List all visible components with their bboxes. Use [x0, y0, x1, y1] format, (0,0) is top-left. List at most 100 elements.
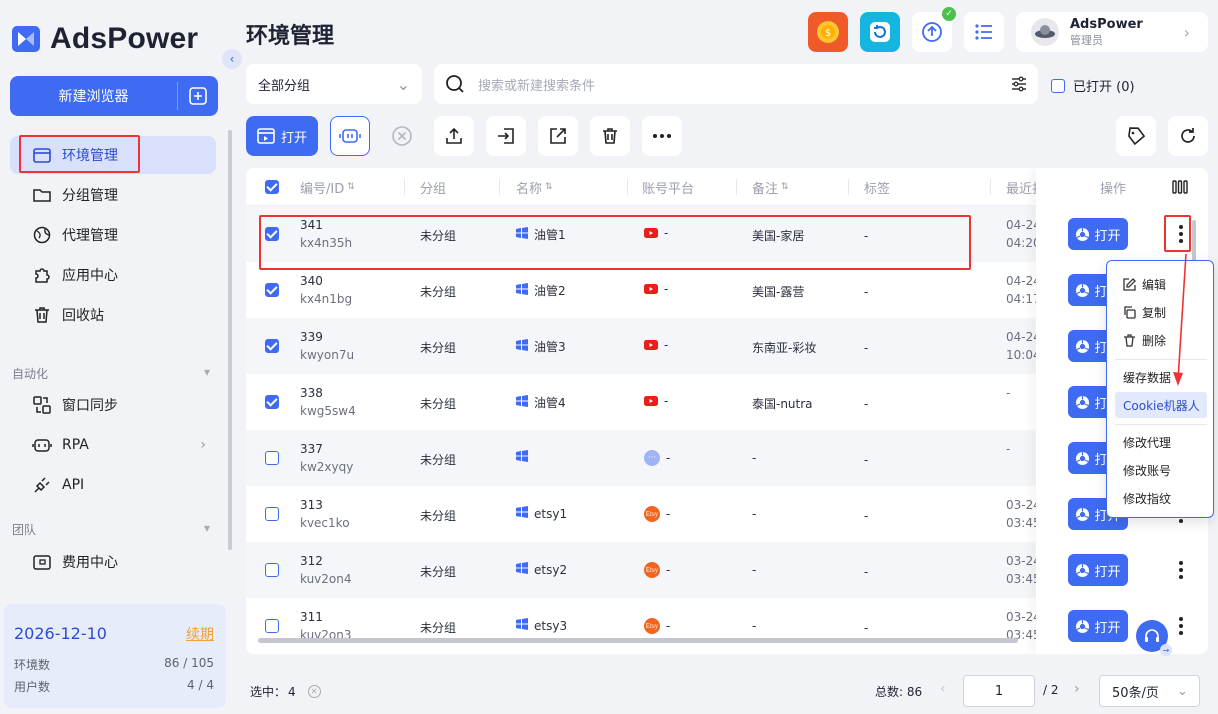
- row-checkbox[interactable]: [265, 395, 279, 409]
- menu-item-edit[interactable]: 编辑: [1115, 271, 1207, 297]
- sidebar-item-label: RPA: [62, 437, 89, 453]
- menu-item-cache-data[interactable]: 缓存数据: [1115, 364, 1207, 390]
- sidebar-scrollbar[interactable]: [228, 130, 232, 550]
- row-context-menu: 编辑 复制 删除 缓存数据 Cookie机器人 修改代理 修改账号 修改指纹: [1106, 260, 1214, 518]
- coin-promo-button[interactable]: $: [808, 12, 848, 52]
- profile-name: 油管3: [534, 340, 566, 354]
- batch-add-button[interactable]: [178, 76, 218, 116]
- share-icon: [550, 128, 566, 144]
- selected-label: 选中：: [250, 685, 287, 699]
- close-browsers-button[interactable]: [382, 116, 422, 156]
- header-id[interactable]: 编号/ID ⇅: [300, 168, 355, 206]
- menu-item-cookie-robot[interactable]: Cookie机器人: [1115, 392, 1207, 418]
- sidebar-item-app-center[interactable]: 应用中心: [10, 256, 216, 294]
- profile-name: etsy2: [534, 562, 568, 577]
- menu-item-delete[interactable]: 删除: [1115, 327, 1207, 353]
- sidebar-item-rpa[interactable]: RPA ›: [10, 426, 216, 464]
- support-chat-button[interactable]: →: [1136, 620, 1172, 656]
- close-circle-icon: [392, 126, 412, 146]
- sidebar-item-proxy-manage[interactable]: 代理管理: [10, 216, 216, 254]
- sidebar-item-window-sync[interactable]: 窗口同步: [10, 386, 216, 424]
- menu-item-edit-fingerprint[interactable]: 修改指纹: [1115, 485, 1207, 511]
- browser-logo-icon: [1076, 227, 1090, 241]
- user-menu[interactable]: AdsPower 管理员 ›: [1016, 12, 1208, 52]
- logo[interactable]: AdsPower: [12, 22, 198, 56]
- row-checkbox[interactable]: [265, 507, 279, 521]
- select-all-checkbox[interactable]: [265, 180, 279, 194]
- browser-window-icon: [257, 128, 275, 144]
- more-options-icon[interactable]: [1174, 614, 1188, 638]
- import-button[interactable]: [486, 116, 526, 156]
- upload-button[interactable]: [434, 116, 474, 156]
- table-h-scrollbar[interactable]: [258, 638, 1018, 643]
- table-row[interactable]: 338 kwg5sw4 未分组 油管4 - 泰国-nutra - -: [246, 374, 1036, 430]
- section-automation[interactable]: 自动化 ▾: [12, 365, 210, 382]
- prev-page-button[interactable]: ‹: [940, 681, 946, 697]
- next-page-button[interactable]: ›: [1074, 681, 1080, 697]
- upload-icon: [446, 127, 462, 144]
- menu-item-edit-account[interactable]: 修改账号: [1115, 457, 1207, 483]
- profile-tag: -: [864, 453, 869, 467]
- profile-number: 337: [300, 442, 323, 456]
- filter-settings-icon[interactable]: [1010, 75, 1028, 93]
- search-box[interactable]: 搜索或新建搜索条件: [434, 64, 1038, 104]
- profile-group: 未分组: [420, 341, 457, 355]
- open-selected-button[interactable]: 打开: [246, 116, 318, 156]
- open-profile-button[interactable]: 打开: [1068, 554, 1128, 586]
- row-checkbox[interactable]: [265, 619, 279, 633]
- table-row[interactable]: 313 kvec1ko 未分组 etsy1 Etsy - - -03-24 03:45: [246, 486, 1041, 542]
- sidebar: AdsPower ‹ 新建浏览器 环境管理 分组管理 代理管理 应用中心 回收站…: [0, 0, 242, 714]
- more-actions-button[interactable]: [642, 116, 682, 156]
- plug-icon: [34, 477, 50, 493]
- table-row[interactable]: 340 kx4n1bg 未分组 油管2- 美国-露营 -04-24 04:17: [246, 262, 1041, 318]
- row-checkbox[interactable]: [265, 563, 279, 577]
- menu-item-copy[interactable]: 复制: [1115, 299, 1207, 325]
- profile-id: kw2xyqy: [300, 460, 354, 474]
- delete-button[interactable]: [590, 116, 630, 156]
- sync-status-button[interactable]: ✓: [912, 7, 956, 52]
- browser-logo-icon: [1076, 339, 1090, 353]
- table-row[interactable]: 311 kuv2on3 未分组 etsy3 Etsy - - -03-24 03:45: [246, 598, 1041, 654]
- sidebar-item-group-manage[interactable]: 分组管理: [10, 176, 216, 214]
- new-browser-label[interactable]: 新建浏览器: [10, 76, 177, 116]
- export-button[interactable]: [538, 116, 578, 156]
- open-profile-button[interactable]: 打开: [1068, 218, 1128, 250]
- collapse-sidebar-button[interactable]: ‹: [222, 49, 242, 69]
- menu-item-edit-proxy[interactable]: 修改代理: [1115, 429, 1207, 455]
- renew-link[interactable]: 续期: [186, 624, 214, 644]
- sidebar-item-api[interactable]: API: [10, 466, 216, 504]
- opened-filter[interactable]: 已打开 (0): [1051, 76, 1135, 95]
- sidebar-item-billing[interactable]: 费用中心: [10, 543, 216, 581]
- table-row[interactable]: 312 kuv2on4 未分组 etsy2 Etsy - - -03-24 03:45: [246, 542, 1041, 598]
- clear-selection-icon[interactable]: ✕: [307, 685, 321, 698]
- table-row[interactable]: 337 kw2xyqy 未分组 ··· - - - -: [246, 430, 1036, 486]
- more-options-icon[interactable]: [1174, 558, 1188, 582]
- task-list-button[interactable]: [964, 12, 1004, 52]
- header-name[interactable]: 名称 ⇅: [516, 168, 553, 206]
- header-name-label: 名称: [516, 181, 543, 197]
- opened-checkbox[interactable]: [1051, 78, 1065, 93]
- sort-icon: ⇅: [347, 182, 355, 192]
- column-settings-icon[interactable]: [1172, 180, 1188, 194]
- table-row[interactable]: 339 kwyon7u 未分组 油管3- 东南亚-彩妆 -04-24 10:04: [246, 318, 1041, 374]
- row-checkbox[interactable]: [265, 283, 279, 297]
- new-browser-button[interactable]: 新建浏览器: [10, 76, 218, 116]
- section-team[interactable]: 团队 ▾: [12, 521, 210, 538]
- folder-icon: [33, 189, 51, 202]
- page-total: / 2: [1043, 683, 1059, 697]
- group-select[interactable]: 全部分组 ⌄: [246, 64, 422, 104]
- rpa-button[interactable]: [330, 116, 370, 156]
- refresh-button[interactable]: [1168, 116, 1208, 156]
- row-checkbox[interactable]: [265, 339, 279, 353]
- row-checkbox[interactable]: [265, 451, 279, 465]
- search-input[interactable]: 搜索或新建搜索条件: [478, 75, 998, 94]
- header-note[interactable]: 备注 ⇅: [752, 168, 789, 206]
- tag-button[interactable]: [1116, 116, 1156, 156]
- page-input[interactable]: 1: [963, 675, 1035, 707]
- update-app-button[interactable]: [860, 12, 900, 52]
- open-profile-button[interactable]: 打开: [1068, 610, 1128, 642]
- platform-account: -: [666, 619, 671, 633]
- page-size-select[interactable]: 50条/页 ⌄: [1099, 675, 1200, 707]
- sort-icon: ⇅: [781, 182, 789, 192]
- sidebar-item-recycle-bin[interactable]: 回收站: [10, 296, 216, 334]
